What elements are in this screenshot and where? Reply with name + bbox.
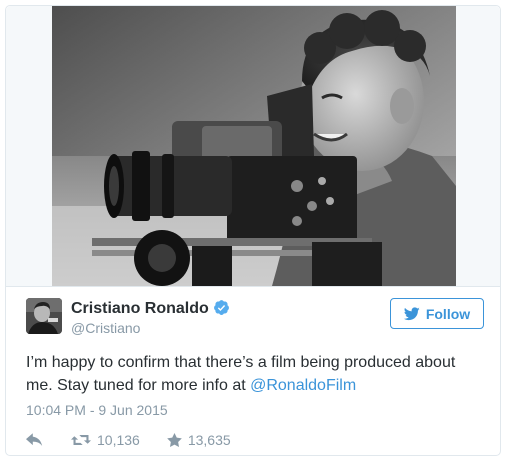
tweet-text-body: I’m happy to confirm that there’s a film…: [26, 354, 456, 394]
tweet-text: I’m happy to confirm that there’s a film…: [26, 351, 486, 397]
retweet-button[interactable]: 10,136: [71, 432, 140, 448]
follow-button[interactable]: Follow: [390, 298, 484, 329]
avatar[interactable]: [26, 298, 62, 334]
tweet-card: Cristiano Ronaldo @Cristiano Follow I’m …: [5, 5, 501, 456]
retweet-icon: [71, 433, 91, 447]
tweet-actions: 10,136 13,635: [26, 431, 231, 449]
reply-icon: [26, 433, 43, 447]
tweet-photo[interactable]: [52, 6, 456, 286]
retweet-count: 10,136: [97, 432, 140, 448]
tweet-header: Cristiano Ronaldo @Cristiano Follow: [26, 298, 484, 340]
author-name-block[interactable]: Cristiano Ronaldo @Cristiano: [71, 299, 230, 337]
tweet-media[interactable]: [6, 6, 500, 287]
author-display-name[interactable]: Cristiano Ronaldo: [71, 299, 209, 318]
verified-badge-icon: [213, 299, 230, 316]
reply-button[interactable]: [26, 433, 43, 447]
tweet-timestamp[interactable]: 10:04 PM - 9 Jun 2015: [26, 402, 168, 418]
favorite-count: 13,635: [187, 432, 231, 448]
star-icon: [167, 433, 182, 447]
mention-link[interactable]: @RonaldoFilm: [250, 377, 356, 394]
twitter-bird-icon: [403, 306, 420, 321]
follow-button-label: Follow: [425, 305, 471, 322]
author-handle[interactable]: @Cristiano: [71, 319, 230, 337]
favorite-button[interactable]: 13,635: [167, 432, 231, 448]
